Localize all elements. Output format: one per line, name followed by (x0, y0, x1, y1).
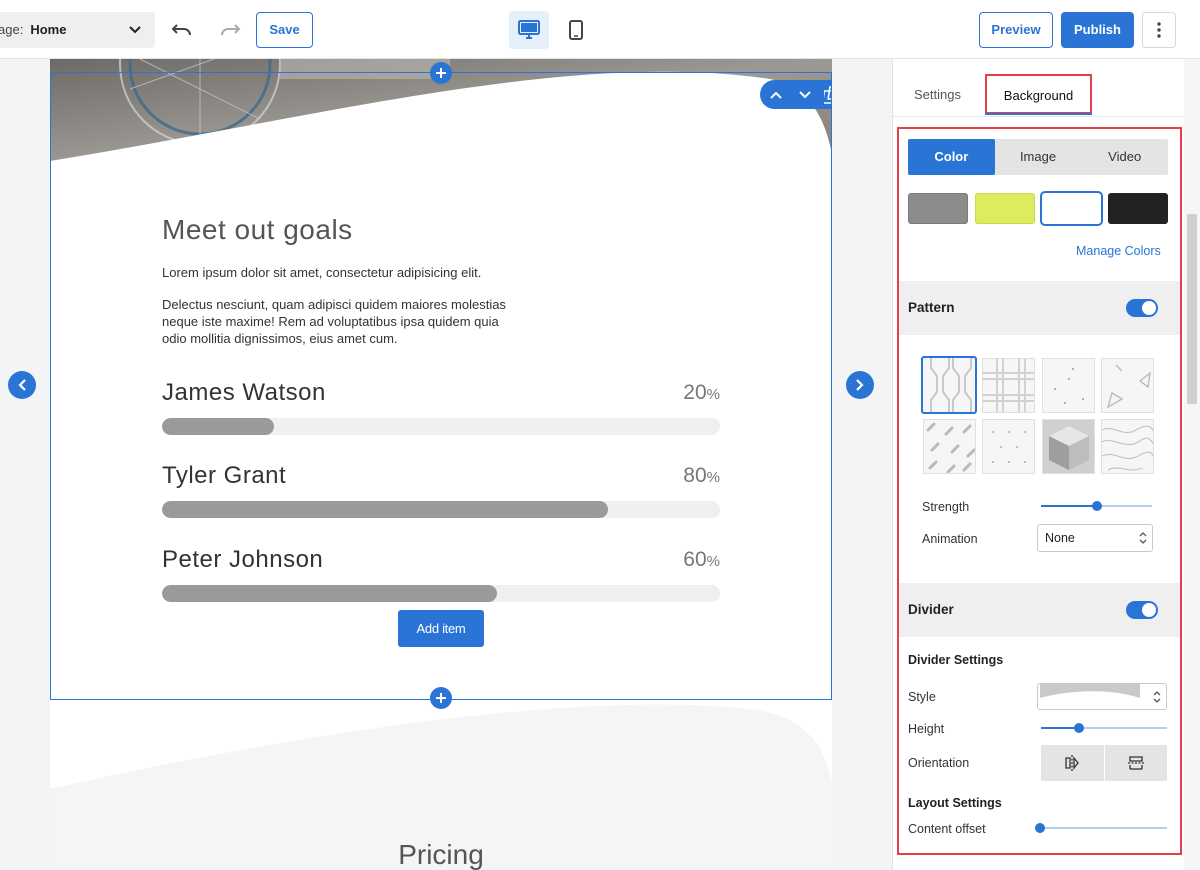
page-select-label: age: (0, 22, 24, 37)
top-toolbar: age: Home Save Preview Publish (0, 0, 1200, 59)
pricing-title: Pricing (398, 839, 484, 870)
intro-paragraph: Lorem ipsum dolor sit amet, consectetur … (162, 265, 482, 280)
progress-track (162, 418, 720, 435)
desktop-icon (518, 20, 540, 39)
skill-percent-unit: % (706, 553, 720, 570)
section-toolbar (760, 80, 832, 109)
skill-percent-value: 80 (683, 464, 707, 487)
skill-name: Tyler Grant (162, 462, 287, 489)
save-button[interactable]: Save (256, 12, 313, 48)
undo-icon (171, 24, 191, 36)
duplicate-icon (824, 85, 832, 104)
move-down-icon (799, 90, 811, 98)
skill-percent-value: 60 (683, 548, 707, 571)
background-options-highlight (897, 127, 1182, 855)
skill-name: James Watson (162, 379, 326, 406)
chevron-down-icon (129, 26, 141, 34)
progress-track (162, 501, 720, 518)
tab-divider (893, 116, 1185, 117)
mobile-icon (569, 20, 583, 40)
add-item-button[interactable]: Add item (398, 610, 484, 647)
next-layout-button[interactable] (846, 371, 874, 399)
undo-button[interactable] (168, 16, 196, 44)
duplicate-button[interactable] (821, 80, 832, 109)
section-divider-shape (50, 704, 832, 819)
chevron-left-icon (18, 379, 26, 391)
progress-fill (162, 501, 609, 518)
active-tab-indicator (985, 113, 1092, 115)
more-vertical-icon (1157, 22, 1161, 38)
plus-icon (436, 68, 446, 78)
skill-percent: 80% (683, 464, 720, 488)
move-up-icon (770, 91, 782, 99)
skill-percent: 20% (683, 381, 720, 405)
panel-scrollbar[interactable] (1184, 59, 1200, 870)
redo-icon (221, 24, 241, 36)
properties-panel: Settings Background Color Image Video Ma… (892, 59, 1185, 870)
chevron-right-icon (856, 379, 864, 391)
skill-percent-value: 20 (683, 381, 707, 404)
progress-fill (162, 418, 274, 435)
preview-button[interactable]: Preview (979, 12, 1053, 48)
section-title: Meet out goals (162, 214, 353, 245)
skill-percent-unit: % (706, 469, 720, 486)
add-section-below-button[interactable] (430, 687, 452, 709)
add-section-above-button[interactable] (430, 62, 452, 84)
plus-icon (436, 693, 446, 703)
pricing-section[interactable]: Pricing (50, 699, 832, 870)
publish-button[interactable]: Publish (1061, 12, 1134, 48)
previous-layout-button[interactable] (8, 371, 36, 399)
editor-canvas: Meet out goals Lorem ipsum dolor sit ame… (0, 59, 892, 870)
page-select-value: Home (30, 22, 67, 37)
skill-percent: 60% (683, 548, 720, 572)
move-down-button[interactable] (793, 80, 817, 109)
page-select[interactable]: age: Home (0, 12, 155, 48)
redo-button[interactable] (216, 16, 244, 44)
more-options-button[interactable] (1142, 12, 1176, 48)
skill-name: Peter Johnson (162, 546, 324, 573)
tab-settings[interactable]: Settings (914, 87, 961, 102)
progress-fill (162, 585, 497, 602)
progress-track (162, 585, 720, 602)
desktop-view-button[interactable] (509, 11, 549, 49)
mobile-view-button[interactable] (557, 11, 595, 49)
scrollbar-thumb[interactable] (1187, 214, 1197, 404)
skill-percent-unit: % (706, 386, 720, 403)
goals-section[interactable]: Meet out goals Lorem ipsum dolor sit ame… (50, 59, 832, 699)
tab-background[interactable]: Background (985, 74, 1092, 114)
body-paragraph: Delectus nesciunt, quam adipisci quidem … (162, 297, 506, 346)
move-up-button[interactable] (764, 80, 788, 109)
